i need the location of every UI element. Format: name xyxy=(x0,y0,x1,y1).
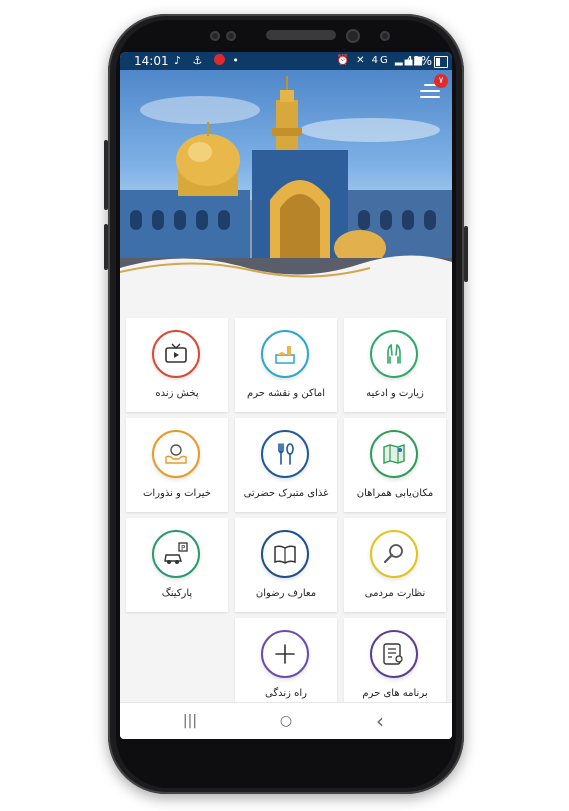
list-search-icon xyxy=(383,643,403,665)
back-button[interactable]: ‹ xyxy=(370,711,390,731)
status-time: 14:01 xyxy=(134,54,169,68)
tile-label: راه‌ زندگی xyxy=(265,688,307,699)
magnifier-icon xyxy=(383,544,403,564)
tile-live[interactable]: پخش زنده xyxy=(126,318,228,412)
front-camera-icon xyxy=(346,29,360,43)
earpiece-speaker xyxy=(266,30,336,40)
tile-locator[interactable]: مکان‌یابی همراهان xyxy=(344,418,446,512)
tile-label: نظارت مردمی xyxy=(364,588,426,599)
tv-icon xyxy=(165,343,187,363)
shrine-map-icon xyxy=(275,346,295,364)
tile-label: مکان‌یابی همراهان xyxy=(356,488,434,499)
tile-ziarat[interactable]: زیارت و ادعیه xyxy=(344,318,446,412)
tile-label: پخش زنده xyxy=(155,388,199,399)
tile-label: غذای متبرک حضرتی xyxy=(243,488,329,499)
fork-spoon-icon xyxy=(278,443,294,465)
tile-programs[interactable]: برنامه های حرم xyxy=(344,618,446,712)
status-bar: 14:01 ♪ ⚓ • ⏰ ✕ 4G ▂▄▆ 42% xyxy=(120,52,452,70)
sensor-dot-icon xyxy=(210,31,220,41)
bixby-button xyxy=(104,224,108,270)
power-button xyxy=(464,226,468,282)
tile-food[interactable]: غذای متبرک حضرتی xyxy=(235,418,337,512)
tile-knowledge[interactable]: معارف رضوان xyxy=(235,518,337,612)
tile-label: خیرات و نذورات xyxy=(143,488,211,499)
app-screen: 14:01 ♪ ⚓ • ⏰ ✕ 4G ▂▄▆ 42% ۷ زیارت و ادع… xyxy=(120,52,452,739)
tile-life-path[interactable]: راه‌ زندگی xyxy=(235,618,337,712)
home-button[interactable]: ○ xyxy=(276,713,296,729)
recent-apps-button[interactable]: ||| xyxy=(180,713,200,729)
menu-notification-badge: ۷ xyxy=(434,74,448,88)
tile-label: اماکن و نقشه حرم xyxy=(247,388,325,399)
tile-amaken[interactable]: اماکن و نقشه حرم xyxy=(235,318,337,412)
sensor-dot-icon xyxy=(226,31,236,41)
network-type: 4G xyxy=(371,55,390,66)
tile-charity[interactable]: خیرات و نذورات xyxy=(126,418,228,512)
tile-label: برنامه های حرم xyxy=(362,688,428,699)
tile-label: زیارت و ادعیه xyxy=(366,388,424,399)
tile-label: معارف رضوان xyxy=(255,588,317,599)
map-icon xyxy=(383,444,405,464)
praying-hands-icon xyxy=(387,343,401,364)
battery-percent: 42% xyxy=(405,54,432,68)
parking-car-icon: P xyxy=(164,542,188,564)
shrine-illustration xyxy=(120,76,452,284)
system-nav-bar: ||| ○ ‹ xyxy=(120,702,452,739)
battery-icon xyxy=(434,56,448,68)
plus-icon xyxy=(275,644,295,664)
status-notification-icons: ♪ ⚓ • xyxy=(174,54,243,67)
charity-icon xyxy=(165,444,187,464)
svg-text:P: P xyxy=(181,544,185,552)
tile-oversight[interactable]: نظارت مردمی xyxy=(344,518,446,612)
tile-parking[interactable]: P پارکینگ xyxy=(126,518,228,612)
hero-shrine-image: ۷ xyxy=(120,70,452,284)
volume-button xyxy=(104,140,108,210)
sensor-icon xyxy=(380,31,390,41)
tile-label: پارکینگ xyxy=(161,588,193,599)
book-icon xyxy=(274,545,296,564)
alert-icon xyxy=(213,54,225,65)
